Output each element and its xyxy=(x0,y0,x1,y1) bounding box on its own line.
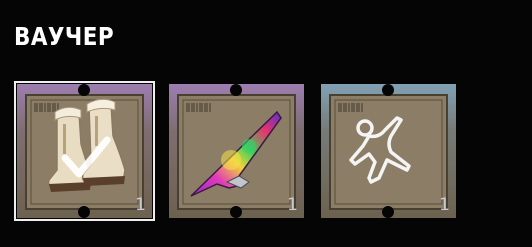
voucher-slot-chalk-outline[interactable]: 1 xyxy=(321,84,456,218)
voucher-slot-glider[interactable]: 1 xyxy=(169,84,304,218)
voucher-count: 1 xyxy=(135,195,146,215)
tie-dye-glider-icon xyxy=(190,110,282,197)
section-title: ВАУЧЕР xyxy=(14,22,115,51)
voucher-count: 1 xyxy=(287,195,298,215)
fur-boots-icon xyxy=(47,98,126,192)
voucher-slot-boots[interactable]: 1 xyxy=(14,81,155,221)
voucher-count: 1 xyxy=(439,195,450,215)
chalk-outline-icon xyxy=(349,116,411,184)
voucher-panel: ВАУЧЕР 1 1 1 xyxy=(0,0,532,247)
